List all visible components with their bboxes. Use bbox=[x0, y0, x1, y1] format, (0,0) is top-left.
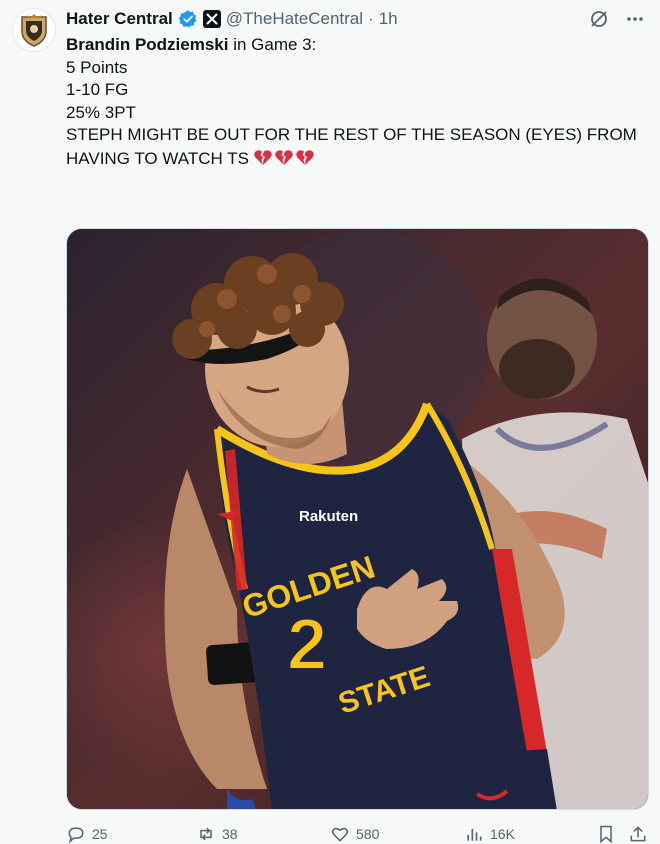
like-icon bbox=[331, 827, 349, 842]
share-icon bbox=[630, 826, 646, 842]
share-button[interactable] bbox=[628, 824, 648, 844]
bookmark-button[interactable] bbox=[596, 824, 616, 844]
display-name[interactable]: Hater Central bbox=[66, 9, 173, 29]
reply-count: 25 bbox=[92, 826, 108, 842]
tweet[interactable]: Hater Central @TheHateCentral · 1h Brand… bbox=[0, 0, 660, 844]
views-button[interactable]: 16K bbox=[464, 824, 515, 844]
stat-fg: 1-10 FG bbox=[66, 80, 129, 99]
broken-heart-emoji bbox=[253, 147, 315, 167]
timestamp[interactable]: 1h bbox=[379, 9, 398, 29]
action-bar: 25 38 580 16K bbox=[66, 824, 656, 844]
grok-icon[interactable] bbox=[588, 8, 610, 30]
broken-heart-icon bbox=[254, 149, 272, 165]
stat-points: 5 Points bbox=[66, 57, 128, 77]
x-logo-icon bbox=[202, 10, 221, 28]
bookmark-icon bbox=[600, 825, 612, 844]
handle[interactable]: @TheHateCentral bbox=[226, 9, 363, 29]
more-icon[interactable] bbox=[624, 8, 646, 30]
basketball-player-photo: Rakuten 16 GOLDEN STATE 2 bbox=[67, 229, 648, 809]
like-count: 580 bbox=[356, 826, 380, 842]
views-icon bbox=[467, 829, 482, 841]
verified-badge-icon bbox=[178, 10, 197, 28]
broken-heart-icon bbox=[275, 149, 293, 165]
jersey-sponsor: Rakuten bbox=[299, 508, 358, 525]
tweet-text: Brandin Podziemski in Game 3: 5 Points 1… bbox=[66, 34, 637, 171]
separator-dot: · bbox=[368, 9, 374, 28]
repost-count: 38 bbox=[222, 826, 238, 842]
avatar[interactable] bbox=[12, 8, 56, 52]
tweet-header: Hater Central @TheHateCentral · 1h bbox=[66, 8, 398, 30]
crest-logo-icon bbox=[21, 14, 47, 47]
broken-heart-icon bbox=[296, 149, 314, 165]
top-actions bbox=[588, 8, 646, 30]
player-name: Brandin Podziemski bbox=[66, 35, 229, 54]
reply-icon bbox=[68, 827, 84, 844]
tweet-intro-line: Brandin Podziemski in Game 3: bbox=[66, 34, 626, 57]
repost-icon bbox=[200, 827, 212, 841]
repost-button[interactable]: 38 bbox=[196, 824, 238, 844]
jersey-number: 2 bbox=[287, 605, 327, 685]
tweet-body-line-2-text: HAVING TO WATCH TS bbox=[66, 148, 249, 168]
reply-button[interactable]: 25 bbox=[66, 824, 108, 844]
views-count: 16K bbox=[490, 826, 515, 842]
stat-3pt: 25% 3PT bbox=[66, 102, 136, 122]
tweet-photo[interactable]: Rakuten 16 GOLDEN STATE 2 bbox=[66, 228, 649, 810]
like-button[interactable]: 580 bbox=[330, 824, 379, 844]
tweet-body-line-2: HAVING TO WATCH TS bbox=[66, 147, 626, 171]
tweet-body-line-1: STEPH MIGHT BE OUT FOR THE REST OF THE S… bbox=[66, 125, 637, 144]
intro-context: in Game 3: bbox=[228, 35, 317, 54]
